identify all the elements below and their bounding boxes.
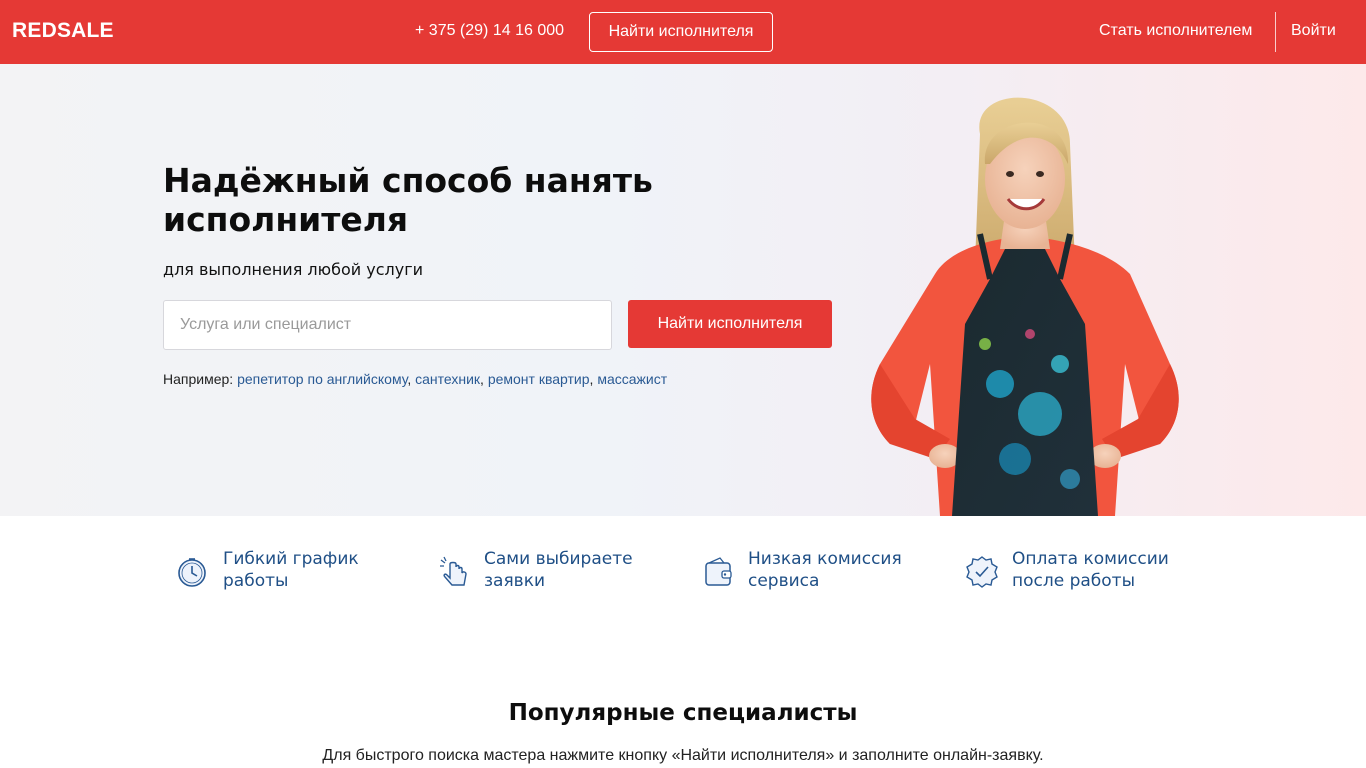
header-divider — [1275, 12, 1276, 52]
search-input[interactable] — [163, 300, 612, 350]
examples-prefix: Например: — [163, 371, 234, 387]
feature-pay-after-work: Оплата комиссии после работы — [964, 548, 1202, 598]
hero-subtitle: для выполнения любой услуги — [163, 260, 424, 279]
example-separator: , — [407, 371, 416, 387]
feature-choose-requests: Сами выбираете заявки — [436, 548, 674, 598]
login-link[interactable]: Войти — [1291, 22, 1336, 40]
phone-number[interactable]: + 375 (29) 14 16 000 — [415, 22, 564, 40]
check-badge-icon — [966, 556, 998, 588]
site-header: REDSALE + 375 (29) 14 16 000 Найти испол… — [0, 0, 1366, 64]
popular-specialists-title: Популярные специалисты — [508, 700, 858, 726]
example-separator: , — [480, 371, 488, 387]
examples-list: репетитор по английскому, сантехник, рем… — [237, 371, 667, 387]
clock-icon — [178, 558, 206, 587]
site-logo[interactable]: REDSALE — [12, 19, 114, 43]
become-performer-link[interactable]: Стать исполнителем — [1099, 22, 1252, 40]
feature-label: Оплата комиссии после работы — [1012, 549, 1169, 591]
wallet-icon — [705, 557, 732, 586]
popular-specialists-description: Для быстрого поиска мастера нажмите кноп… — [322, 747, 1044, 764]
hero-section: Надёжный способ нанять исполнителя для в… — [0, 64, 1366, 516]
feature-flexible-schedule: Гибкий график работы — [175, 548, 413, 598]
header-find-performer-button[interactable]: Найти исполнителя — [589, 12, 773, 52]
example-link[interactable]: сантехник — [415, 371, 480, 387]
example-link[interactable]: репетитор по английскому — [237, 371, 407, 387]
hero-person-illustration — [871, 97, 1179, 516]
feature-low-commission: Низкая комиссия сервиса — [700, 548, 938, 598]
search-find-performer-button[interactable]: Найти исполнителя — [628, 300, 832, 348]
example-link[interactable]: ремонт квартир — [488, 371, 590, 387]
feature-label: Низкая комиссия сервиса — [748, 549, 902, 591]
feature-label: Гибкий график работы — [223, 549, 359, 591]
feature-label: Сами выбираете заявки — [484, 549, 633, 591]
hero-title: Надёжный способ нанять исполнителя — [163, 161, 653, 239]
search-examples: Например: репетитор по английскому, сант… — [163, 371, 667, 387]
hand-pointer-icon — [440, 556, 467, 586]
example-link[interactable]: массажист — [597, 371, 667, 387]
